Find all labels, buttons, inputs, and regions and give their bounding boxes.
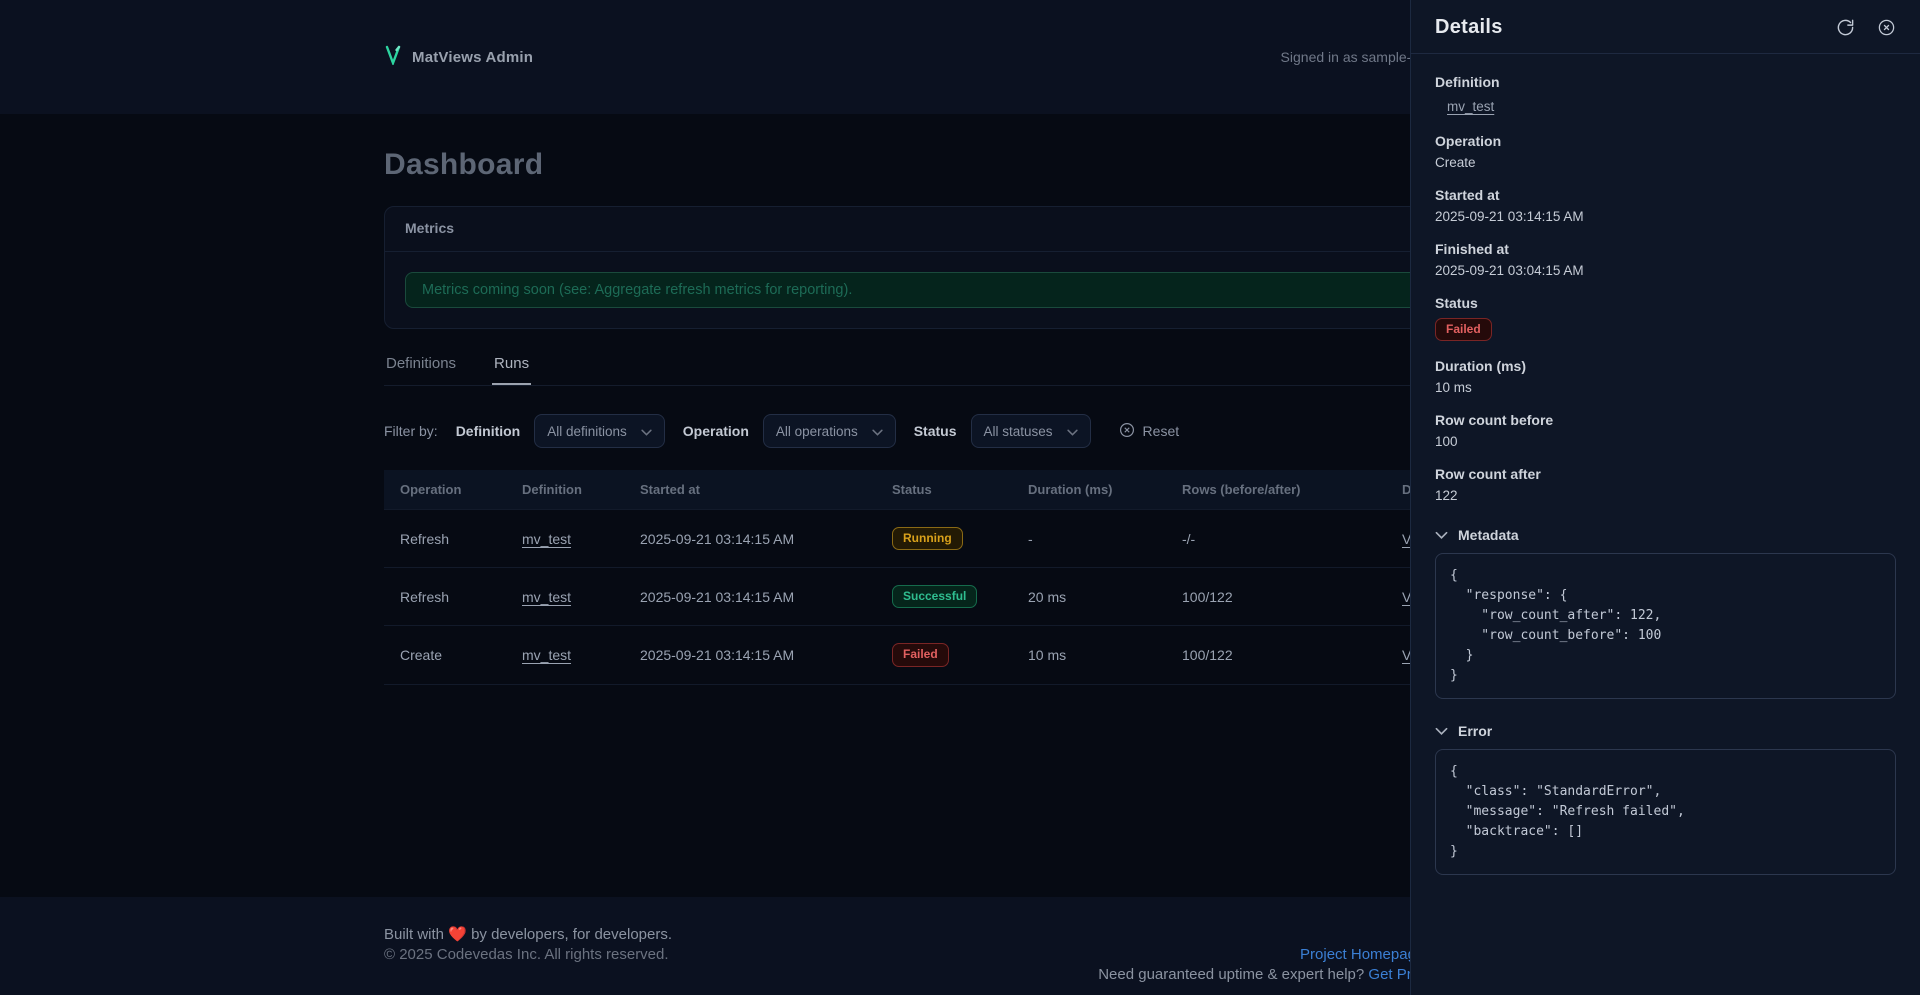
metrics-card: Metrics Metrics coming soon (see: Aggreg… xyxy=(384,206,1536,329)
table-header-row: Operation Definition Started at Status D… xyxy=(384,470,1536,510)
definition-select-value: All definitions xyxy=(547,424,627,439)
operation-select-value: All operations xyxy=(776,424,858,439)
definition-label: Definition xyxy=(1435,74,1896,90)
col-duration: Duration (ms) xyxy=(1012,470,1166,510)
definition-link[interactable]: mv_test xyxy=(522,647,571,663)
duration-value: 10 ms xyxy=(1435,380,1896,395)
started-at-value: 2025-09-21 03:14:15 AM xyxy=(1435,209,1896,224)
support-text: Need guaranteed uptime & expert help? xyxy=(1098,966,1364,983)
metrics-coming-soon-banner: Metrics coming soon (see: Aggregate refr… xyxy=(405,272,1515,308)
cell-duration: 10 ms xyxy=(1012,626,1166,684)
app-root: MatViews Admin Signed in as sample-user@… xyxy=(0,0,1920,995)
col-rows: Rows (before/after) xyxy=(1166,470,1386,510)
details-panel-title: Details xyxy=(1435,16,1503,39)
brand-name: MatViews Admin xyxy=(412,49,533,66)
x-circle-icon xyxy=(1119,422,1135,441)
project-homepage-link[interactable]: Project Homepage xyxy=(1300,946,1424,963)
close-icon[interactable] xyxy=(1877,18,1896,37)
chevron-down-icon xyxy=(1067,424,1078,439)
cell-rows: 100/122 xyxy=(1166,626,1386,684)
row-count-before-value: 100 xyxy=(1435,434,1896,449)
duration-label: Duration (ms) xyxy=(1435,358,1896,374)
definition-link[interactable]: mv_test xyxy=(522,531,571,547)
filter-bar: Filter by: Definition All definitions Op… xyxy=(384,414,1536,448)
reset-label: Reset xyxy=(1143,423,1180,439)
chevron-down-icon xyxy=(872,424,883,439)
cell-operation: Create xyxy=(384,626,506,684)
col-operation: Operation xyxy=(384,470,506,510)
cell-rows: 100/122 xyxy=(1166,568,1386,626)
page-title: Dashboard xyxy=(384,148,1536,182)
cell-rows: -/- xyxy=(1166,510,1386,568)
table-row: Refresh mv_test 2025-09-21 03:14:15 AM R… xyxy=(384,510,1536,568)
status-badge: Failed xyxy=(892,643,949,666)
refresh-icon[interactable] xyxy=(1836,18,1855,37)
matviews-logo-icon xyxy=(384,45,402,70)
table-row: Create mv_test 2025-09-21 03:14:15 AM Fa… xyxy=(384,626,1536,684)
metadata-section-toggle[interactable]: Metadata xyxy=(1435,527,1896,543)
cell-duration: - xyxy=(1012,510,1166,568)
error-section-title: Error xyxy=(1458,723,1492,739)
status-select[interactable]: All statuses xyxy=(971,414,1091,448)
tab-bar: Definitions Runs xyxy=(384,355,1536,386)
details-panel: Details Definition mv_test Operation Cre… xyxy=(1410,0,1920,995)
metrics-card-title: Metrics xyxy=(405,220,454,236)
cell-operation: Refresh xyxy=(384,510,506,568)
finished-at-label: Finished at xyxy=(1435,241,1896,257)
tab-runs[interactable]: Runs xyxy=(492,355,531,385)
status-select-value: All statuses xyxy=(984,424,1053,439)
col-definition: Definition xyxy=(506,470,624,510)
heart-icon: ❤️ xyxy=(448,926,467,943)
copyright-text: © 2025 Codevedas Inc. All rights reserve… xyxy=(384,945,672,965)
row-count-before-label: Row count before xyxy=(1435,412,1896,428)
filter-status-label: Status xyxy=(914,423,957,439)
cell-started-at: 2025-09-21 03:14:15 AM xyxy=(624,626,876,684)
operation-label: Operation xyxy=(1435,133,1896,149)
operation-select[interactable]: All operations xyxy=(763,414,896,448)
error-json-block: { "class": "StandardError", "message": "… xyxy=(1435,749,1896,875)
col-status: Status xyxy=(876,470,1012,510)
metadata-section-title: Metadata xyxy=(1458,527,1519,543)
row-count-after-label: Row count after xyxy=(1435,466,1896,482)
finished-at-value: 2025-09-21 03:04:15 AM xyxy=(1435,263,1896,278)
status-badge: Running xyxy=(892,527,963,550)
started-at-label: Started at xyxy=(1435,187,1896,203)
cell-started-at: 2025-09-21 03:14:15 AM xyxy=(624,510,876,568)
reset-filters-button[interactable]: Reset xyxy=(1119,422,1180,441)
row-count-after-value: 122 xyxy=(1435,488,1896,503)
status-badge: Failed xyxy=(1435,318,1492,341)
built-with-text: Built with ❤️ by developers, for develop… xyxy=(384,925,672,945)
definition-select[interactable]: All definitions xyxy=(534,414,665,448)
table-row: Refresh mv_test 2025-09-21 03:14:15 AM S… xyxy=(384,568,1536,626)
runs-table: Operation Definition Started at Status D… xyxy=(384,470,1536,685)
cell-started-at: 2025-09-21 03:14:15 AM xyxy=(624,568,876,626)
definition-link[interactable]: mv_test xyxy=(522,589,571,605)
filter-definition-label: Definition xyxy=(456,423,521,439)
status-label: Status xyxy=(1435,295,1896,311)
cell-duration: 20 ms xyxy=(1012,568,1166,626)
metadata-json-block: { "response": { "row_count_after": 122, … xyxy=(1435,553,1896,699)
filter-operation-label: Operation xyxy=(683,423,749,439)
brand[interactable]: MatViews Admin xyxy=(384,45,533,70)
tab-definitions[interactable]: Definitions xyxy=(384,355,458,385)
chevron-down-icon xyxy=(1435,531,1448,540)
chevron-down-icon xyxy=(1435,727,1448,736)
chevron-down-icon xyxy=(641,424,652,439)
error-section-toggle[interactable]: Error xyxy=(1435,723,1896,739)
status-badge: Successful xyxy=(892,585,977,608)
cell-operation: Refresh xyxy=(384,568,506,626)
filter-by-label: Filter by: xyxy=(384,423,438,439)
operation-value: Create xyxy=(1435,155,1896,170)
definition-link[interactable]: mv_test xyxy=(1447,99,1494,114)
col-started-at: Started at xyxy=(624,470,876,510)
